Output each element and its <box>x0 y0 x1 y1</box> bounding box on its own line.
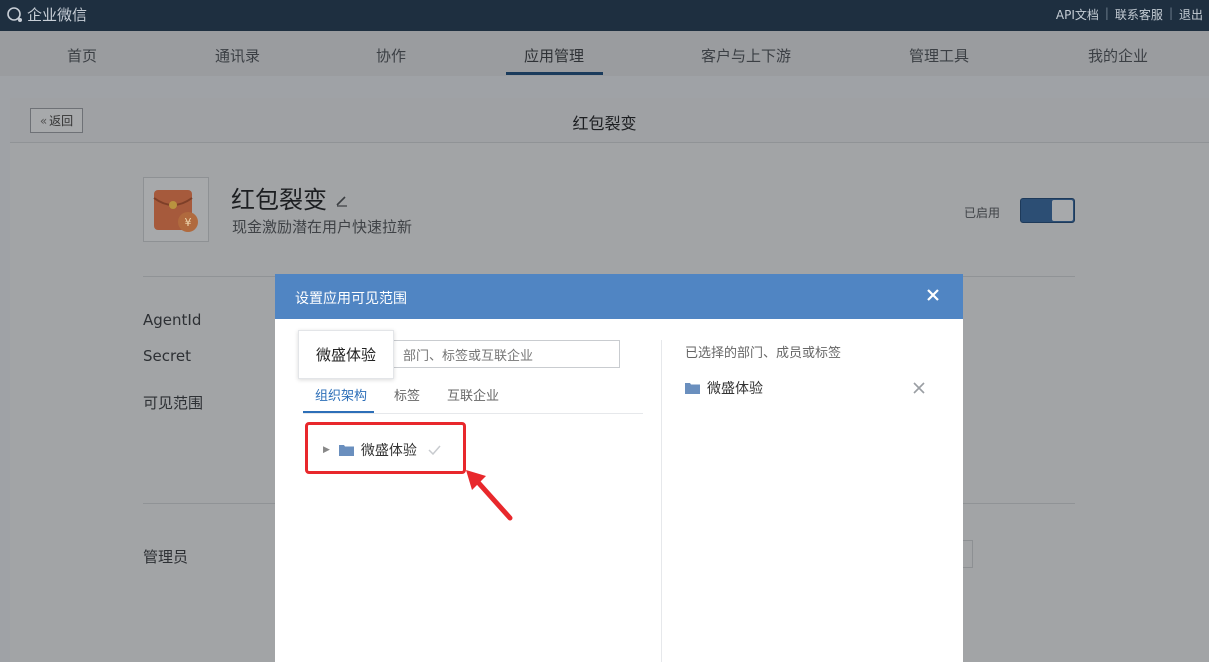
nav-item-customers[interactable]: 客户与上下游 <box>701 45 791 66</box>
modal-title: 设置应用可见范围 <box>295 291 407 307</box>
nav-item-app-management[interactable]: 应用管理 <box>524 45 584 66</box>
edit-icon[interactable] <box>335 195 349 207</box>
main-nav: 首页 通讯录 协作 应用管理 客户与上下游 管理工具 我的企业 <box>0 31 1209 76</box>
logout-link[interactable]: 退出 <box>1179 6 1203 23</box>
nav-item-home[interactable]: 首页 <box>67 45 97 66</box>
tab-interconnected-enterprises[interactable]: 互联企业 <box>447 385 499 404</box>
selected-item: 微盛体验 <box>685 378 763 398</box>
secret-label: Secret <box>143 347 191 365</box>
highlight-annotation <box>305 422 466 474</box>
page-title: 红包裂变 <box>572 114 637 133</box>
tab-tags[interactable]: 标签 <box>394 385 420 404</box>
top-bar: 企业微信 API文档 | 联系客服 | 退出 <box>0 0 1209 31</box>
logo-text: 企业微信 <box>27 6 88 24</box>
separator: | <box>1168 6 1173 20</box>
folder-icon <box>685 383 700 394</box>
customer-service-link[interactable]: 联系客服 <box>1115 6 1163 23</box>
wecom-logo-icon <box>7 6 22 22</box>
top-links: API文档 | 联系客服 | 退出 <box>1056 6 1203 23</box>
status-label: 已启用 <box>964 206 1001 220</box>
nav-active-indicator <box>506 72 603 75</box>
nav-item-collaboration[interactable]: 协作 <box>376 45 406 66</box>
selected-item-label: 微盛体验 <box>707 381 763 397</box>
app-name-row: 红包裂变 <box>231 180 349 215</box>
close-icon[interactable] <box>923 285 943 305</box>
admin-label: 管理员 <box>143 548 189 566</box>
search-input[interactable] <box>386 340 620 368</box>
nav-item-contacts[interactable]: 通讯录 <box>215 45 260 66</box>
tab-divider <box>303 413 643 414</box>
selected-title: 已选择的部门、成员或标签 <box>685 346 842 361</box>
search-tooltip: 微盛体验 <box>298 330 394 379</box>
logo[interactable]: 企业微信 <box>6 4 87 25</box>
tab-org-structure[interactable]: 组织架构 <box>315 385 367 404</box>
modal-header: 设置应用可见范围 <box>275 274 963 319</box>
visibility-label: 可见范围 <box>143 394 204 412</box>
nav-item-management-tools[interactable]: 管理工具 <box>909 45 969 66</box>
agentid-label: AgentId <box>143 311 202 329</box>
modal-divider <box>661 340 662 662</box>
visibility-modal: 设置应用可见范围 微盛体验 组织架构 标签 互联企业 ▶ 微盛体验 已选择的部门… <box>275 274 963 662</box>
app-name: 红包裂变 <box>231 186 327 214</box>
nav-item-my-enterprise[interactable]: 我的企业 <box>1088 45 1148 66</box>
remove-icon[interactable] <box>913 382 925 394</box>
separator: | <box>1104 6 1109 20</box>
svg-text:¥: ¥ <box>185 216 192 229</box>
red-envelope-icon: ¥ <box>153 189 198 232</box>
toggle-knob <box>1052 200 1073 221</box>
enable-toggle[interactable] <box>1020 198 1075 223</box>
app-description: 现金激励潜在用户快速拉新 <box>232 218 413 236</box>
app-icon: ¥ <box>143 177 209 242</box>
annotation-arrow-icon <box>466 470 513 521</box>
api-docs-link[interactable]: API文档 <box>1056 6 1099 23</box>
